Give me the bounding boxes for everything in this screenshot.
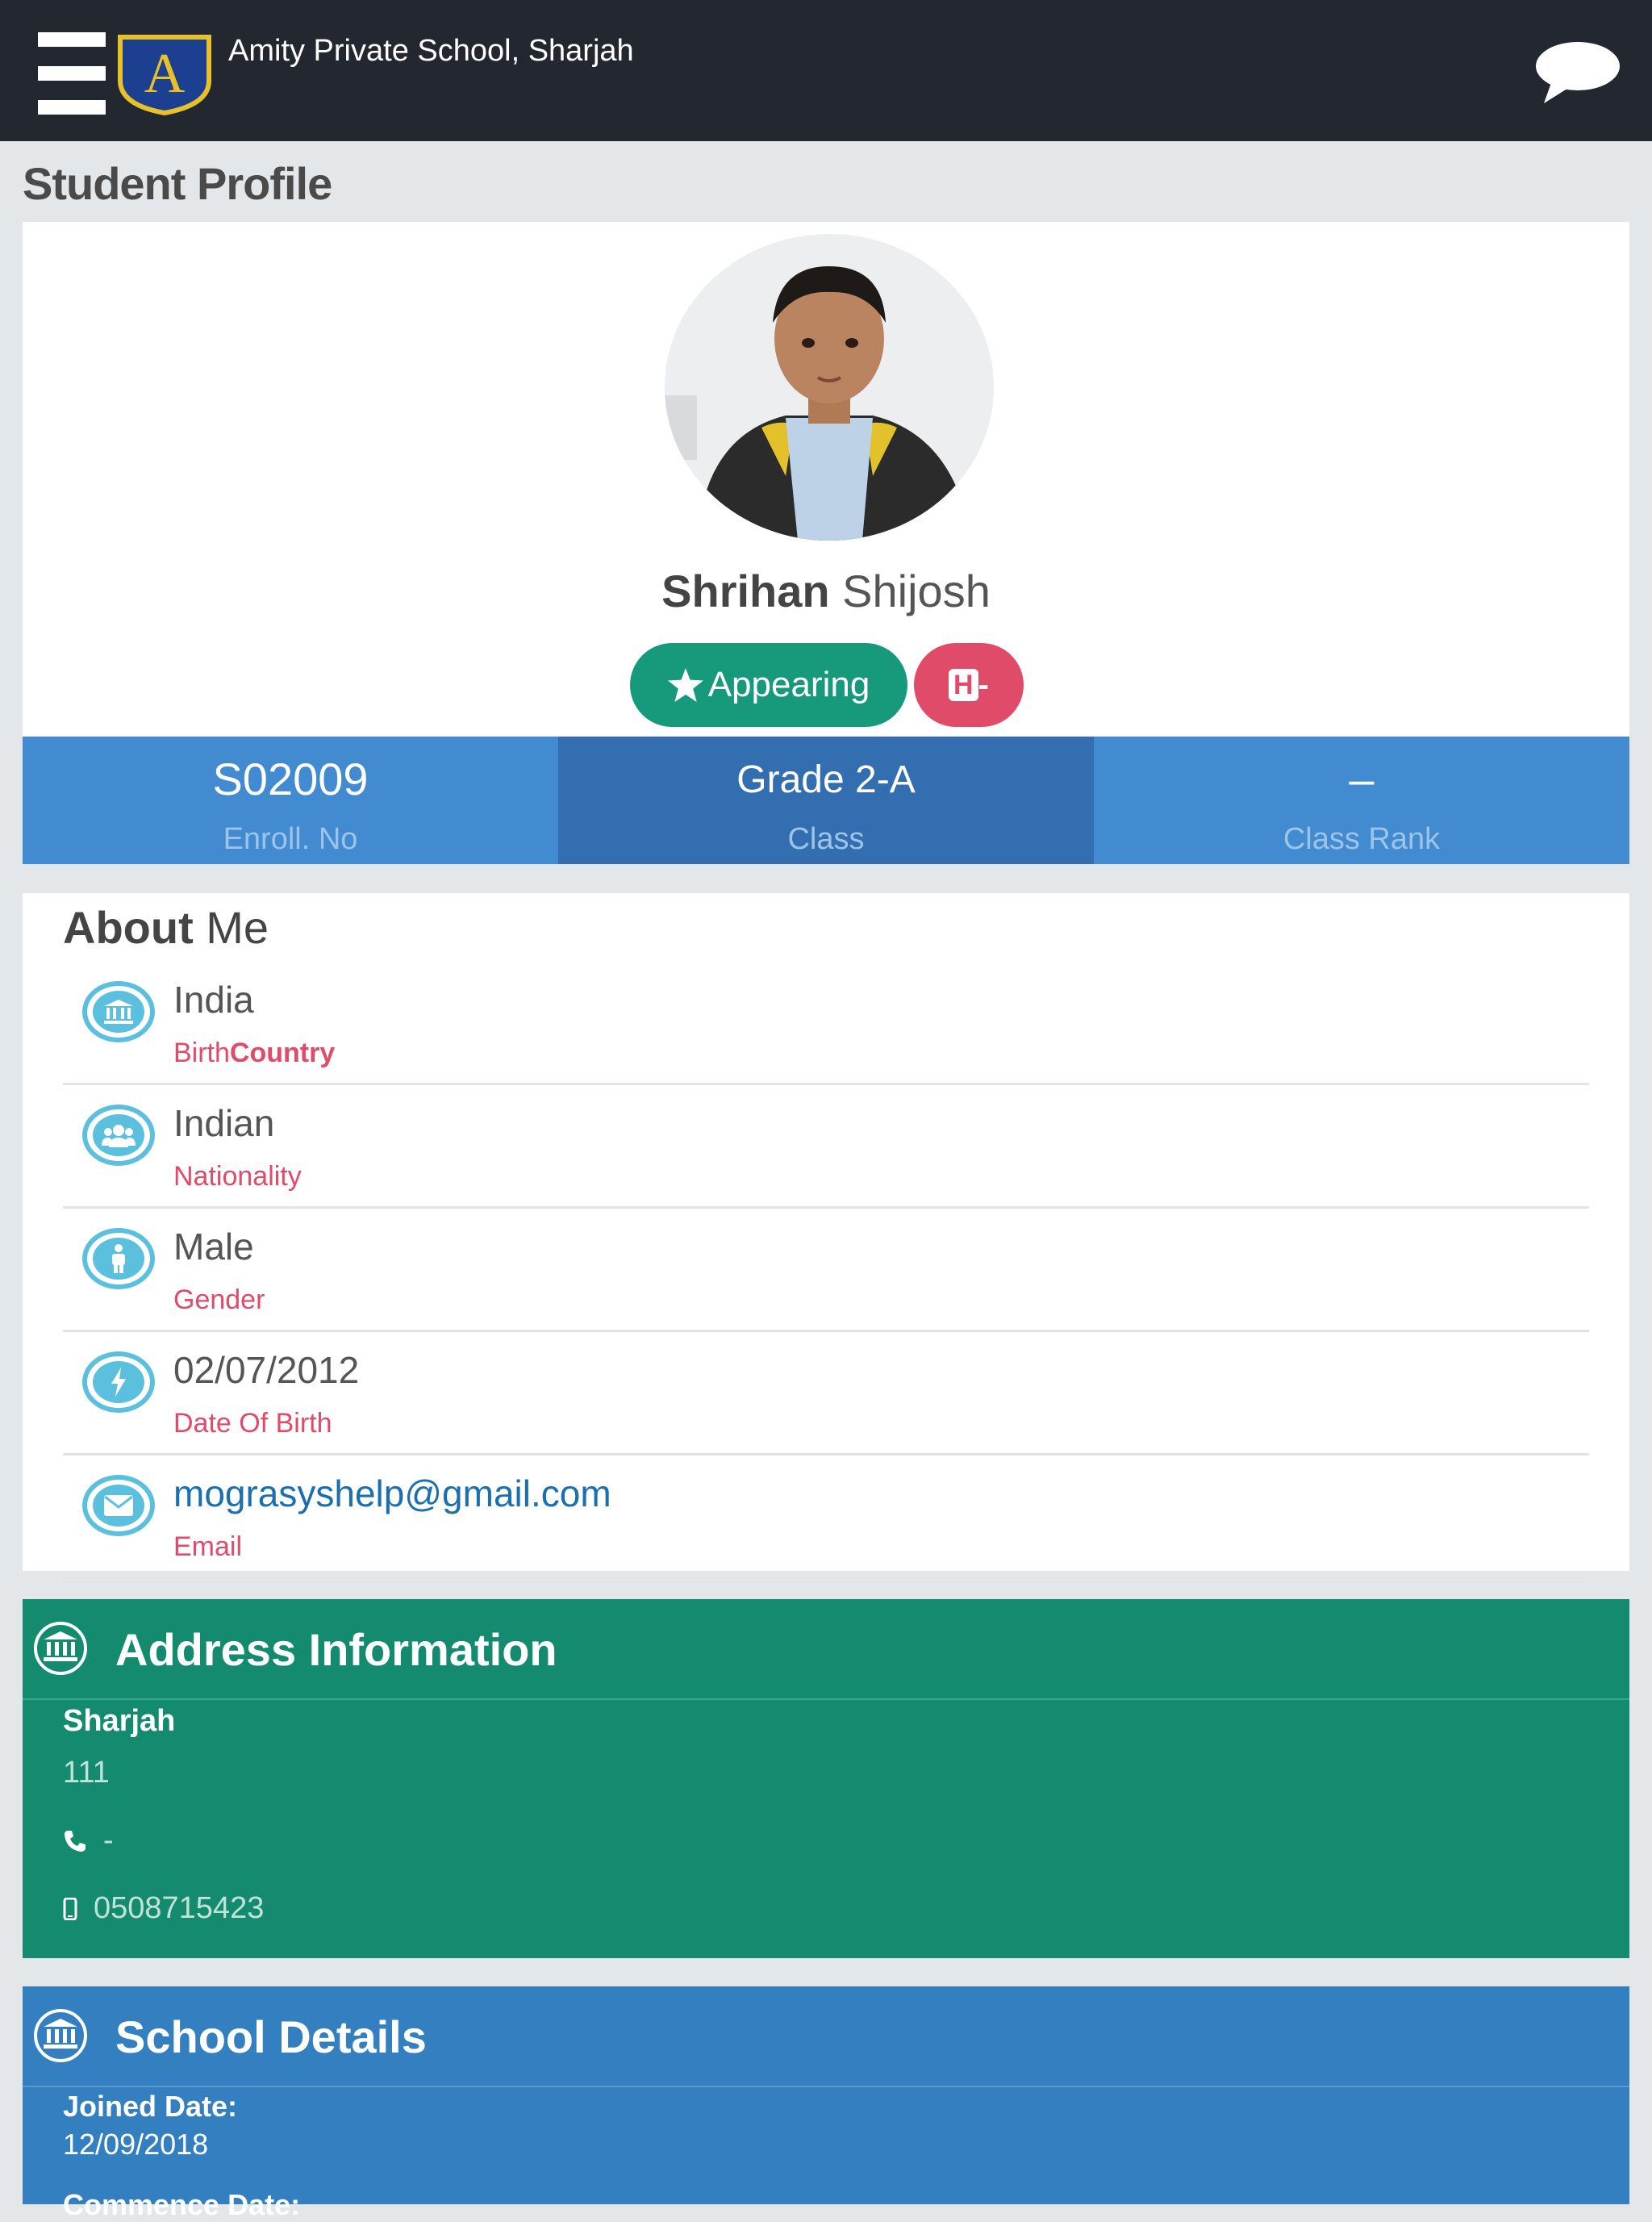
- svg-text:A: A: [144, 43, 186, 105]
- birth-country-value: India: [173, 979, 254, 1021]
- dob-value: 02/07/2012: [173, 1349, 360, 1391]
- profile-card: Shrihan Shijosh Appearing H -: [23, 222, 1629, 736]
- gender-label: Gender: [173, 1284, 265, 1315]
- student-name: Shrihan Shijosh: [23, 565, 1629, 617]
- student-avatar: [665, 234, 994, 541]
- star-icon: [667, 668, 703, 702]
- stat-enroll-no: S02009 Enroll. No: [23, 737, 558, 864]
- person-icon: [82, 1228, 155, 1289]
- status-badge: Appearing: [630, 643, 907, 727]
- dob-label: Date Of Birth: [173, 1408, 332, 1439]
- birth-country-label: BirthCountry: [173, 1038, 336, 1068]
- school-details-panel: School Details Joined Date: 12/09/2018 C…: [23, 1986, 1629, 2221]
- school-name: Amity Private School, Sharjah: [228, 34, 634, 68]
- about-me-title: About Me: [63, 902, 269, 953]
- email-label: Email: [173, 1531, 243, 1562]
- commence-date-label: Commence Date:: [63, 2188, 301, 2221]
- mobile-icon: [63, 1897, 77, 1920]
- hospital-icon: H: [949, 669, 978, 701]
- mobile-value: 0508715423: [94, 1891, 265, 1925]
- envelope-icon: [82, 1475, 155, 1536]
- address-line: 111: [63, 1756, 110, 1790]
- users-icon: [82, 1105, 155, 1166]
- blood-group-value: -: [978, 666, 989, 703]
- about-row-birth-country: India BirthCountry: [63, 962, 1589, 1085]
- phone-icon: [65, 1830, 86, 1852]
- stat-value: Grade 2-A: [736, 758, 916, 801]
- email-link[interactable]: mograsyshelp@gmail.com: [173, 1472, 611, 1515]
- address-mobile: 0508715423: [63, 1891, 264, 1926]
- address-city: Sharjah: [63, 1704, 176, 1738]
- bank-icon: [82, 981, 155, 1042]
- stat-value: –: [1349, 754, 1375, 804]
- bank-icon: [34, 1622, 87, 1675]
- phone-value: -: [103, 1823, 114, 1857]
- menu-icon[interactable]: [38, 32, 106, 115]
- school-logo: A: [118, 35, 211, 115]
- joined-date-value: 12/09/2018: [63, 2128, 209, 2161]
- blood-group-badge: H -: [914, 643, 1024, 727]
- about-row-gender: Male Gender: [63, 1209, 1589, 1332]
- school-details-title: School Details: [115, 2011, 427, 2062]
- top-app-bar: A Amity Private School, Sharjah: [0, 0, 1652, 141]
- stat-class: Grade 2-A Class: [558, 737, 1094, 864]
- bank-icon: [34, 2009, 87, 2062]
- stat-value: S02009: [212, 754, 369, 804]
- nationality-label: Nationality: [173, 1161, 302, 1192]
- school-panel-header: School Details: [23, 1986, 1629, 2087]
- address-phone: -: [63, 1823, 114, 1858]
- stat-label: Enroll. No: [223, 822, 358, 856]
- chat-icon[interactable]: [1534, 39, 1621, 105]
- address-panel: Address Information Sharjah 111 - 050871…: [23, 1599, 1629, 1958]
- page-title: Student Profile: [23, 158, 332, 209]
- address-panel-header: Address Information: [23, 1599, 1629, 1700]
- stat-class-rank: – Class Rank: [1094, 737, 1629, 864]
- gender-value: Male: [173, 1226, 254, 1268]
- about-row-dob: 02/07/2012 Date Of Birth: [63, 1332, 1589, 1456]
- student-last-name: Shijosh: [842, 566, 991, 616]
- about-row-email: mograsyshelp@gmail.com Email: [63, 1456, 1589, 1579]
- student-first-name: Shrihan: [661, 566, 830, 616]
- bolt-icon: [82, 1351, 155, 1413]
- stat-label: Class Rank: [1283, 822, 1441, 856]
- about-me-card: About Me India BirthCountry Indian Natio…: [23, 893, 1629, 1579]
- stat-label: Class: [787, 822, 865, 856]
- address-title: Address Information: [115, 1624, 557, 1675]
- status-badge-label: Appearing: [707, 665, 870, 704]
- nationality-value: Indian: [173, 1102, 275, 1144]
- joined-date-label: Joined Date:: [63, 2090, 238, 2123]
- stats-strip: S02009 Enroll. No Grade 2-A Class – Clas…: [23, 737, 1629, 864]
- about-row-nationality: Indian Nationality: [63, 1085, 1589, 1209]
